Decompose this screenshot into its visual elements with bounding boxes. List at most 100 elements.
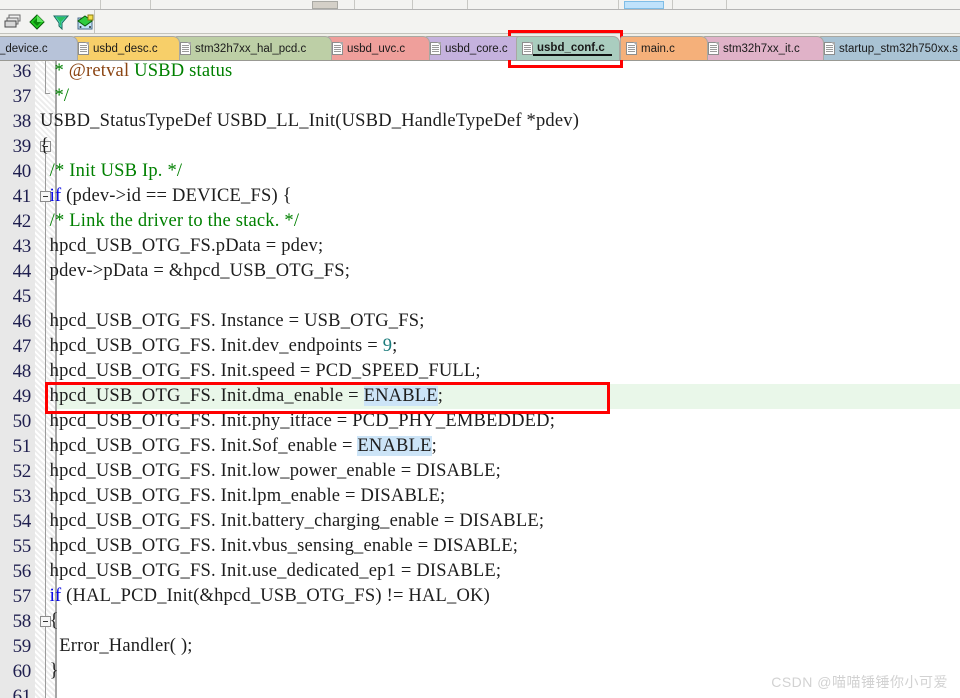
line-text: hpcd_USB_OTG_FS. Init.Sof_enable = ENABL… <box>40 434 437 459</box>
editor-tab-bar[interactable]: _device.c usbd_desc.c stm32h7xx_hal_pcd.c u… <box>0 34 960 61</box>
code-line[interactable]: 40 /* Init USB Ip. */ <box>0 159 960 184</box>
line-number: 47 <box>12 336 32 357</box>
code-line[interactable]: 55 hpcd_USB_OTG_FS. Init.vbus_sensing_en… <box>0 534 960 559</box>
code-line[interactable]: 42 /* Link the driver to the stack. */ <box>0 209 960 234</box>
code-line[interactable]: 59 Error_Handler( ); <box>0 634 960 659</box>
code-line[interactable]: 46 hpcd_USB_OTG_FS. Instance = USB_OTG_F… <box>0 309 960 334</box>
line-number: 36 <box>12 61 32 82</box>
code-line[interactable]: 38 USBD_StatusTypeDef USBD_LL_Init(USBD_H… <box>0 109 960 134</box>
line-text: { <box>40 134 49 159</box>
code-line[interactable]: 56 hpcd_USB_OTG_FS. Init.use_dedicated_e… <box>0 559 960 584</box>
code-line[interactable]: 37 */ <box>0 84 960 109</box>
tab-label: _device.c <box>0 42 48 55</box>
code-line[interactable]: 51 hpcd_USB_OTG_FS. Init.Sof_enable = EN… <box>0 434 960 459</box>
code-token: hpcd_USB_OTG_FS. Init.low_power_enable =… <box>40 461 502 481</box>
file-document-icon <box>626 42 637 55</box>
line-text: hpcd_USB_OTG_FS. Init.phy_itface = PCD_P… <box>40 409 555 434</box>
strip-button[interactable] <box>312 1 338 9</box>
code-line[interactable]: 36 * @retval USBD status <box>0 61 960 84</box>
line-number: 55 <box>12 536 32 557</box>
line-number: 42 <box>12 211 32 232</box>
code-token: hpcd_USB_OTG_FS. Init.vbus_sensing_enabl… <box>40 536 519 556</box>
strip-button-active[interactable] <box>624 1 664 9</box>
tab-label: usbd_uvc.c <box>347 42 406 55</box>
tab-stm32h7xx-hal-pcd-c[interactable]: stm32h7xx_hal_pcd.c <box>174 36 332 60</box>
tab-usbd-uvc-c[interactable]: usbd_uvc.c <box>326 36 430 60</box>
tab-device-c[interactable]: _device.c <box>0 36 78 60</box>
line-text: { <box>40 609 59 634</box>
cascade-windows-icon[interactable] <box>4 13 21 31</box>
strip-separator <box>467 0 468 9</box>
code-token: hpcd_USB_OTG_FS. Instance = USB_OTG_FS; <box>40 311 425 331</box>
code-line[interactable]: 58 { <box>0 609 960 634</box>
file-document-icon <box>522 42 533 55</box>
csdn-watermark: CSDN @喵喵锤锤你小可爱 <box>771 674 948 690</box>
code-editor[interactable]: 36 * @retval USBD status 37 */38 USBD_Stat… <box>0 61 960 698</box>
code-line[interactable]: 43 hpcd_USB_OTG_FS.pData = pdev; <box>0 234 960 259</box>
tab-usbd-desc-c[interactable]: usbd_desc.c <box>72 36 180 60</box>
line-number: 61 <box>12 686 32 698</box>
line-number: 58 <box>12 611 32 632</box>
filter-funnel-icon[interactable] <box>53 13 70 31</box>
line-number: 46 <box>12 311 32 332</box>
tab-usbd-conf-c[interactable]: usbd_conf.c <box>516 36 620 60</box>
code-line[interactable]: 54 hpcd_USB_OTG_FS. Init.battery_chargin… <box>0 509 960 534</box>
code-line[interactable]: 41 if (pdev->id == DEVICE_FS) { <box>0 184 960 209</box>
line-number: 57 <box>12 586 32 607</box>
code-line[interactable]: 47 hpcd_USB_OTG_FS. Init.dev_endpoints =… <box>0 334 960 359</box>
code-line[interactable]: 57 if (HAL_PCD_Init(&hpcd_USB_OTG_FS) !=… <box>0 584 960 609</box>
code-line[interactable]: 52 hpcd_USB_OTG_FS. Init.low_power_enabl… <box>0 459 960 484</box>
tab-main-c[interactable]: main.c <box>620 36 708 60</box>
strip-separator <box>412 0 413 9</box>
line-text: /* Init USB Ip. */ <box>40 159 182 184</box>
code-token: (HAL_PCD_Init(&hpcd_USB_OTG_FS) != HAL_O… <box>61 586 490 606</box>
code-token: * <box>40 61 69 81</box>
line-text: USBD_StatusTypeDef USBD_LL_Init(USBD_Han… <box>40 109 579 134</box>
code-token: { <box>40 611 59 631</box>
line-number: 41 <box>12 186 32 207</box>
tab-label: stm32h7xx_hal_pcd.c <box>195 42 307 55</box>
code-line[interactable]: 45 <box>0 284 960 309</box>
line-text: hpcd_USB_OTG_FS.pData = pdev; <box>40 234 324 259</box>
line-number: 52 <box>12 461 32 482</box>
file-document-icon <box>824 42 835 55</box>
code-token: { <box>40 136 50 156</box>
file-document-icon <box>708 42 719 55</box>
green-diamond-icon[interactable] <box>28 13 45 31</box>
tab-label: usbd_conf.c <box>533 42 612 56</box>
line-text: hpcd_USB_OTG_FS. Instance = USB_OTG_FS; <box>40 309 425 334</box>
strip-separator <box>726 0 727 9</box>
strip-separator <box>618 0 619 9</box>
tab-startup-stm32h750xx-s[interactable]: startup_stm32h750xx.s <box>818 36 960 60</box>
code-line[interactable]: 44 pdev->pData = &hpcd_USB_OTG_FS; <box>0 259 960 284</box>
line-number: 59 <box>12 636 32 657</box>
line-number: 53 <box>12 486 32 507</box>
code-line[interactable]: 48 hpcd_USB_OTG_FS. Init.speed = PCD_SPE… <box>0 359 960 384</box>
code-token: if <box>49 186 62 206</box>
code-token: hpcd_USB_OTG_FS. Init.Sof_enable = <box>40 436 358 456</box>
code-line[interactable]: 49 hpcd_USB_OTG_FS. Init.dma_enable = EN… <box>0 384 960 409</box>
tab-label: main.c <box>641 42 675 55</box>
code-token: /* Init USB Ip. */ <box>49 161 183 181</box>
line-number: 40 <box>12 161 32 182</box>
line-number: 56 <box>12 561 32 582</box>
strip-separator <box>354 0 355 9</box>
tab-stm32h7xx-it-c[interactable]: stm32h7xx_it.c <box>702 36 824 60</box>
code-token: ; <box>392 336 398 356</box>
line-number: 44 <box>12 261 32 282</box>
line-number: 60 <box>12 661 32 682</box>
toolbar-button-group <box>0 10 95 33</box>
code-token: hpcd_USB_OTG_FS. Init.lpm_enable = DISAB… <box>40 486 446 506</box>
code-line[interactable]: 39 { <box>0 134 960 159</box>
code-token: hpcd_USB_OTG_FS. Init.battery_charging_e… <box>40 511 545 531</box>
code-token: pdev->pData = &hpcd_USB_OTG_FS; <box>40 261 351 281</box>
tab-label: stm32h7xx_it.c <box>723 42 800 55</box>
code-line[interactable]: 50 hpcd_USB_OTG_FS. Init.phy_itface = PC… <box>0 409 960 434</box>
code-token: hpcd_USB_OTG_FS. Init.dma_enable = <box>40 386 364 406</box>
code-line[interactable]: 53 hpcd_USB_OTG_FS. Init.lpm_enable = DI… <box>0 484 960 509</box>
line-text: /* Link the driver to the stack. */ <box>40 209 299 234</box>
layers-icon[interactable] <box>77 13 94 31</box>
